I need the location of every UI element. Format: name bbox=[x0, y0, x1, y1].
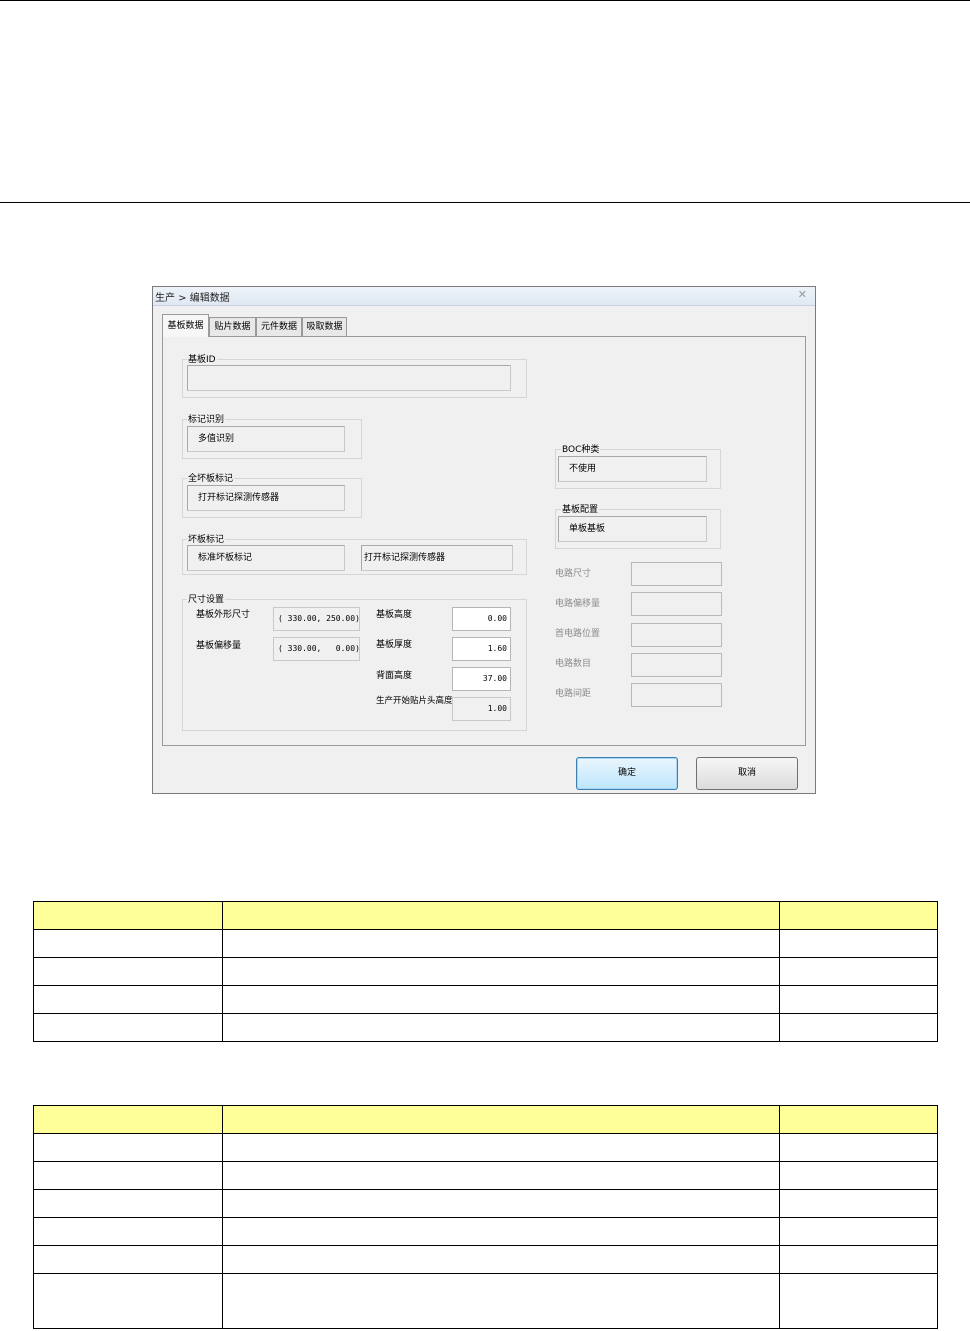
section-rule bbox=[0, 202, 970, 203]
table-row bbox=[33, 1161, 938, 1190]
table-cell bbox=[222, 1161, 780, 1190]
circuit-pitch-label: 电路间距 bbox=[555, 689, 592, 699]
head-height-label: 生产开始贴片头高度 bbox=[376, 696, 453, 706]
table-row bbox=[33, 929, 938, 958]
board-height-input[interactable]: 0.00 bbox=[452, 607, 511, 631]
edit-data-dialog: 生产 > 编辑数据 ✕ 基板数据 贴片数据 元件数据 吸取数据 基板ID 标记识… bbox=[152, 286, 816, 794]
table-cell bbox=[33, 1273, 223, 1329]
table-cell bbox=[33, 1133, 223, 1162]
tab-placement-data[interactable]: 贴片数据 bbox=[209, 317, 256, 336]
table-2 bbox=[33, 1105, 938, 1329]
table-row bbox=[33, 1133, 938, 1162]
board-height-label: 基板高度 bbox=[376, 610, 413, 620]
boc-type-field[interactable]: 不使用 bbox=[558, 456, 707, 482]
table-cell bbox=[779, 1245, 938, 1274]
bad-board-mark-label: 坏板标记 bbox=[187, 532, 226, 545]
table-cell bbox=[222, 1013, 780, 1042]
close-icon[interactable]: ✕ bbox=[798, 288, 807, 301]
table-cell bbox=[33, 1013, 223, 1042]
top-rule bbox=[0, 0, 970, 1]
circuit-size-field bbox=[631, 562, 722, 586]
table-cell bbox=[33, 985, 223, 1014]
table-cell bbox=[33, 1217, 223, 1246]
all-bad-mark-field[interactable]: 打开标记探测传感器 bbox=[187, 485, 345, 511]
table-cell bbox=[779, 1133, 938, 1162]
board-id-field[interactable] bbox=[187, 365, 511, 391]
table-cell bbox=[222, 957, 780, 986]
first-circuit-position-field bbox=[631, 623, 722, 647]
table-cell bbox=[779, 1013, 938, 1042]
dialog-title: 生产 > 编辑数据 bbox=[155, 293, 230, 304]
back-height-input[interactable]: 37.00 bbox=[452, 667, 511, 691]
table-cell bbox=[33, 1105, 223, 1134]
table-row bbox=[33, 1189, 938, 1218]
boc-type-label: BOC种类 bbox=[561, 442, 601, 455]
table-cell bbox=[33, 929, 223, 958]
table-1 bbox=[33, 901, 938, 1042]
table-row bbox=[33, 1217, 938, 1246]
cancel-button[interactable]: 取消 bbox=[696, 757, 798, 790]
head-height-value: 1.00 bbox=[452, 697, 511, 721]
circuit-count-label: 电路数目 bbox=[555, 659, 592, 669]
back-height-label: 背面高度 bbox=[376, 671, 413, 681]
size-settings-label: 尺寸设置 bbox=[187, 592, 226, 605]
dialog-titlebar: 生产 > 编辑数据 ✕ bbox=[153, 287, 815, 306]
outer-size-value: ( 330.00, 250.00) bbox=[273, 607, 360, 631]
all-bad-mark-label: 全坏板标记 bbox=[187, 471, 235, 484]
table-cell bbox=[779, 1217, 938, 1246]
table-row bbox=[33, 1273, 938, 1329]
table-cell bbox=[33, 1245, 223, 1274]
bad-board-mark-field[interactable]: 标准坏板标记 bbox=[187, 545, 345, 571]
circuit-offset-label: 电路偏移量 bbox=[555, 599, 601, 609]
circuit-size-label: 电路尺寸 bbox=[555, 569, 592, 579]
circuit-count-field bbox=[631, 653, 722, 677]
table-cell bbox=[779, 985, 938, 1014]
first-circuit-position-label: 首电路位置 bbox=[555, 629, 601, 639]
table-cell bbox=[779, 1105, 938, 1134]
board-id-label: 基板ID bbox=[187, 352, 217, 365]
table-header-row bbox=[33, 901, 938, 930]
board-thickness-input[interactable]: 1.60 bbox=[452, 637, 511, 661]
table-row bbox=[33, 985, 938, 1014]
table-cell bbox=[33, 1189, 223, 1218]
table-header-row bbox=[33, 1105, 938, 1134]
tab-component-data[interactable]: 元件数据 bbox=[256, 317, 302, 336]
board-config-field[interactable]: 单板基板 bbox=[558, 516, 707, 542]
board-config-label: 基板配置 bbox=[561, 502, 600, 515]
board-thickness-label: 基板厚度 bbox=[376, 640, 413, 650]
table-cell bbox=[779, 1161, 938, 1190]
offset-label: 基板偏移量 bbox=[196, 641, 242, 651]
circuit-pitch-field bbox=[631, 683, 722, 707]
table-cell bbox=[33, 1161, 223, 1190]
mark-recognition-label: 标记识别 bbox=[187, 412, 226, 425]
bad-board-sensor-field[interactable]: 打开标记探测传感器 bbox=[361, 545, 513, 571]
tab-pickup-data[interactable]: 吸取数据 bbox=[302, 317, 347, 336]
table-cell bbox=[222, 929, 780, 958]
board-data-panel: 基板ID 标记识别 多值识别 全坏板标记 打开标记探测传感器 坏板标记 标准坏板… bbox=[162, 336, 806, 746]
table-cell bbox=[222, 1217, 780, 1246]
table-cell bbox=[33, 901, 223, 930]
table-cell bbox=[779, 957, 938, 986]
table-cell bbox=[222, 1133, 780, 1162]
mark-recognition-field[interactable]: 多值识别 bbox=[187, 426, 345, 452]
offset-value: ( 330.00, 0.00) bbox=[273, 637, 360, 661]
table-cell bbox=[779, 901, 938, 930]
table-cell bbox=[222, 1273, 780, 1329]
table-cell bbox=[779, 929, 938, 958]
table-cell bbox=[779, 1273, 938, 1329]
table-cell bbox=[222, 1105, 780, 1134]
table-row bbox=[33, 957, 938, 986]
table-cell bbox=[33, 957, 223, 986]
tab-board-data[interactable]: 基板数据 bbox=[162, 314, 209, 337]
outer-size-label: 基板外形尺寸 bbox=[196, 610, 251, 620]
table-cell bbox=[222, 985, 780, 1014]
table-cell bbox=[779, 1189, 938, 1218]
ok-button[interactable]: 确定 bbox=[576, 757, 678, 790]
table-cell bbox=[222, 1245, 780, 1274]
circuit-offset-field bbox=[631, 592, 722, 616]
table-cell bbox=[222, 1189, 780, 1218]
table-row bbox=[33, 1013, 938, 1042]
table-row bbox=[33, 1245, 938, 1274]
table-cell bbox=[222, 901, 780, 930]
